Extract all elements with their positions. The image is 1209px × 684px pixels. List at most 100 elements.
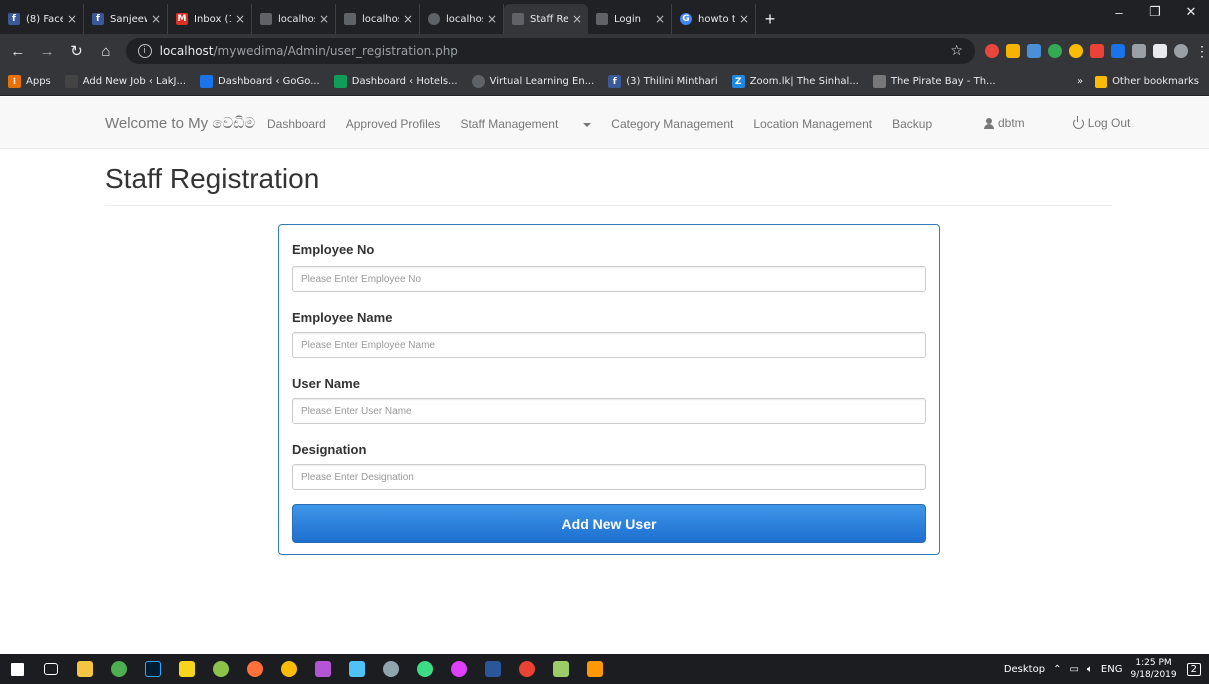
other-bookmarks[interactable]: Other bookmarks — [1112, 76, 1199, 87]
close-tab-icon[interactable]: × — [403, 12, 413, 26]
bookmark-item[interactable]: The Pirate Bay - Th... — [872, 75, 996, 88]
language-indicator[interactable]: ENG — [1101, 664, 1123, 675]
close-tab-icon[interactable]: × — [655, 12, 665, 26]
logout-link[interactable]: Log Out — [1072, 115, 1155, 130]
task-view-icon[interactable] — [34, 654, 68, 684]
bookmark-item[interactable]: Dashboard ‹ Hotels... — [333, 75, 458, 88]
close-tab-icon[interactable]: × — [319, 12, 329, 26]
employee-name-label: Employee Name — [292, 310, 393, 325]
chrome-icon[interactable] — [510, 654, 544, 684]
back-arrow-icon[interactable]: ← — [6, 39, 29, 63]
browser-tab[interactable]: M Inbox (19) × — [168, 4, 252, 34]
file-explorer-icon[interactable] — [68, 654, 102, 684]
app-icon[interactable] — [204, 654, 238, 684]
bookmark-item[interactable]: Virtual Learning En... — [471, 75, 595, 88]
minimize-button[interactable]: – — [1101, 0, 1137, 24]
employee-no-input[interactable] — [292, 266, 926, 292]
bookmark-apps[interactable]: ⁝ Apps — [8, 75, 51, 88]
bookmark-item[interactable]: Z Zoom.lk| The Sinhal... — [731, 75, 859, 88]
nav-link-dashboard[interactable]: Dashboard — [267, 117, 326, 131]
volume-icon[interactable]: 🔈︎ — [1087, 664, 1093, 675]
designation-input[interactable] — [292, 464, 926, 490]
reload-icon[interactable]: ↻ — [65, 39, 88, 63]
navbar-links: Dashboard Approved Profiles Staff Manage… — [267, 117, 952, 131]
browser-tab[interactable]: Ghowto take × — [672, 4, 756, 34]
address-bar[interactable]: i localhost/mywedima/Admin/user_registra… — [125, 38, 975, 64]
browser-tab[interactable]: f (8) Faceboo × — [0, 4, 84, 34]
extension-icon[interactable] — [1152, 44, 1167, 58]
close-tab-icon[interactable]: × — [67, 12, 77, 26]
bookmark-item[interactable]: f (3) Thilini Minthari — [608, 75, 718, 88]
app-icon[interactable] — [544, 654, 578, 684]
extension-icon[interactable] — [1005, 44, 1020, 58]
extension-icon[interactable] — [1110, 44, 1125, 58]
add-new-user-button[interactable]: Add New User — [292, 504, 926, 543]
nav-link-staff-management[interactable]: Staff Management — [460, 117, 592, 131]
extension-icon[interactable] — [1026, 44, 1041, 58]
close-tab-icon[interactable]: × — [487, 12, 497, 26]
firefox-icon[interactable] — [238, 654, 272, 684]
navbar-brand[interactable]: Welcome to My වෙඩිම — [105, 115, 255, 132]
browser-tab[interactable]: localhost × — [252, 4, 336, 34]
close-window-button[interactable]: ✕ — [1173, 0, 1209, 24]
employee-name-input[interactable] — [292, 332, 926, 358]
profile-avatar-icon[interactable] — [1173, 44, 1188, 58]
close-tab-icon[interactable]: × — [151, 12, 161, 26]
app-icon[interactable] — [340, 654, 374, 684]
desktop-toolbar-label[interactable]: Desktop — [1004, 664, 1045, 675]
nav-link-backup[interactable]: Backup — [892, 117, 932, 131]
page-icon — [260, 13, 272, 25]
nav-link-category-management[interactable]: Category Management — [611, 117, 733, 131]
network-icon[interactable]: ▭ — [1069, 664, 1078, 675]
new-tab-button[interactable]: + — [756, 4, 784, 34]
user-name-input[interactable] — [292, 398, 926, 424]
chevron-up-icon[interactable]: ⌃ — [1053, 664, 1061, 675]
title-divider — [105, 205, 1112, 206]
nav-link-location-management[interactable]: Location Management — [753, 117, 872, 131]
extension-icon[interactable] — [1131, 44, 1146, 58]
sticky-notes-icon[interactable] — [170, 654, 204, 684]
extension-icon[interactable] — [984, 44, 999, 58]
caret-down-icon — [583, 122, 592, 127]
extension-icon[interactable] — [1068, 44, 1083, 58]
app-icon[interactable] — [578, 654, 612, 684]
user-name-label: User Name — [292, 376, 360, 391]
photoshop-icon[interactable] — [136, 654, 170, 684]
close-tab-icon[interactable]: × — [235, 12, 245, 26]
app-icon[interactable] — [374, 654, 408, 684]
browser-tab[interactable]: Login × — [588, 4, 672, 34]
notification-center-icon[interactable]: 2 — [1186, 662, 1201, 676]
bookmark-item[interactable]: Dashboard ‹ GoGo... — [200, 75, 320, 88]
browser-tab-active[interactable]: Staff Regist × — [504, 4, 588, 34]
maximize-button[interactable]: ❐ — [1137, 0, 1173, 24]
chrome-icon[interactable] — [272, 654, 306, 684]
info-icon[interactable]: i — [137, 44, 152, 58]
menu-dots-icon[interactable]: ⋮ — [1195, 43, 1209, 60]
bookmark-label: Virtual Learning En... — [489, 76, 595, 87]
globe-icon — [471, 75, 485, 88]
bookmarks-overflow-icon[interactable]: » — [1077, 76, 1083, 87]
forward-arrow-icon[interactable]: → — [35, 39, 58, 63]
close-tab-icon[interactable]: × — [572, 12, 582, 26]
user-link[interactable]: dbtm — [984, 116, 1049, 130]
tab-title: (8) Faceboo — [26, 13, 63, 25]
windows-start-icon[interactable] — [0, 654, 34, 684]
app-icon[interactable] — [306, 654, 340, 684]
browser-tab[interactable]: localhost × — [336, 4, 420, 34]
browser-tab[interactable]: f Sanjeewa r × — [84, 4, 168, 34]
bookmark-star-icon[interactable]: ☆ — [950, 43, 963, 59]
word-icon[interactable] — [476, 654, 510, 684]
clock[interactable]: 1:25 PM 9/18/2019 — [1130, 657, 1176, 681]
home-icon[interactable]: ⌂ — [94, 39, 117, 63]
bookmark-item[interactable]: Add New Job ‹ LakJ... — [64, 75, 186, 88]
extension-icon[interactable] — [1047, 44, 1062, 58]
utorrent-icon[interactable] — [102, 654, 136, 684]
facebook-icon: f — [8, 13, 20, 25]
nav-link-approved-profiles[interactable]: Approved Profiles — [346, 117, 441, 131]
browser-tab[interactable]: localhost × — [420, 4, 504, 34]
extension-icon[interactable] — [1089, 44, 1104, 58]
android-studio-icon[interactable] — [408, 654, 442, 684]
app-icon[interactable] — [442, 654, 476, 684]
close-tab-icon[interactable]: × — [739, 12, 749, 26]
window-controls: – ❐ ✕ — [1101, 0, 1209, 24]
